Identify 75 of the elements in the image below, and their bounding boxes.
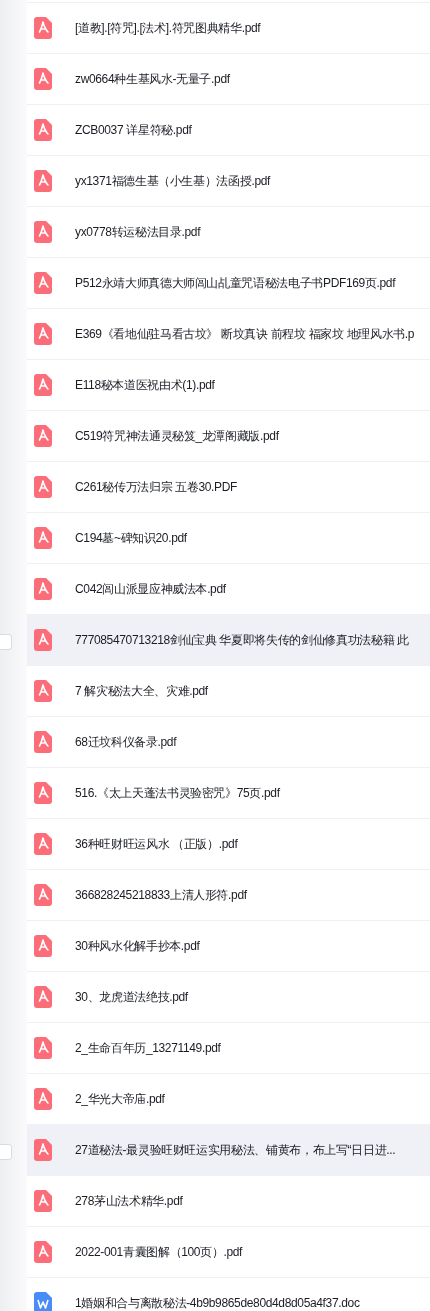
checkbox[interactable] <box>0 1144 12 1160</box>
file-name: ZCB0037 详星符秘.pdf <box>75 121 192 139</box>
file-name: E118秘本道医祝由术(1).pdf <box>75 376 215 394</box>
pdf-icon <box>34 17 52 39</box>
file-row[interactable]: 516.《太上天蓬法书灵验密咒》75页.pdf <box>27 767 430 818</box>
file-row[interactable]: 278茅山法术精华.pdf <box>27 1175 430 1226</box>
file-row[interactable]: P512永靖大师真德大师闾山乩童咒语秘法电子书PDF169页.pdf <box>27 257 430 308</box>
pdf-icon <box>34 323 52 345</box>
file-name: yx1371福德生基（小生基）法函授.pdf <box>75 172 270 190</box>
file-name: 777085470713218剑仙宝典 华夏即将失传的剑仙修真功法秘籍 此 <box>75 631 409 649</box>
file-row[interactable]: 68迁坟科仪备录.pdf <box>27 716 430 767</box>
pdf-icon <box>34 986 52 1008</box>
pdf-icon <box>34 221 52 243</box>
file-row[interactable]: yx0778转运秘法目录.pdf <box>27 206 430 257</box>
file-name: 2022-001青囊图解（100页）.pdf <box>75 1243 243 1261</box>
file-row[interactable]: zw0664种生基风水-无量子.pdf <box>27 53 430 104</box>
pdf-icon <box>34 731 52 753</box>
file-name: 68迁坟科仪备录.pdf <box>75 733 177 751</box>
file-name: 36种旺财旺运风水 （正版）.pdf <box>75 835 238 853</box>
pdf-icon <box>34 1190 52 1212</box>
file-name: yx0778转运秘法目录.pdf <box>75 223 201 241</box>
file-name: zw0664种生基风水-无量子.pdf <box>75 70 230 88</box>
pdf-icon <box>34 578 52 600</box>
pdf-icon <box>34 119 52 141</box>
file-row[interactable]: C194墓~碑知识20.pdf <box>27 512 430 563</box>
file-name: 30种风水化解手抄本.pdf <box>75 937 200 955</box>
pdf-icon <box>34 935 52 957</box>
file-name: C042闾山派显应神威法本.pdf <box>75 580 226 598</box>
file-row[interactable]: C519符咒神法通灵秘笈_龙潭阁藏版.pdf <box>27 410 430 461</box>
pdf-icon <box>34 1139 52 1161</box>
file-row[interactable]: 30种风水化解手抄本.pdf <box>27 920 430 971</box>
pdf-icon <box>34 170 52 192</box>
pdf-icon <box>34 425 52 447</box>
file-name: 7 解灾秘法大全、灾难.pdf <box>75 682 208 700</box>
file-row[interactable]: ZCB0037 详星符秘.pdf <box>27 104 430 155</box>
file-row[interactable]: 366828245218833上清人形符.pdf <box>27 869 430 920</box>
file-row[interactable]: 1婚姻和合与离散秘法-4b9b9865de80d4d8d05a4f37.doc <box>27 1277 430 1311</box>
file-row[interactable]: 2_生命百年历_13271149.pdf <box>27 1022 430 1073</box>
file-name: 2_生命百年历_13271149.pdf <box>75 1039 221 1057</box>
file-name: C519符咒神法通灵秘笈_龙潭阁藏版.pdf <box>75 427 279 445</box>
file-name: C261秘传万法归宗 五卷30.PDF <box>75 478 238 496</box>
file-name: C194墓~碑知识20.pdf <box>75 529 187 547</box>
file-name: 2_华光大帝庙.pdf <box>75 1090 165 1108</box>
pdf-icon <box>34 782 52 804</box>
pdf-icon <box>34 1088 52 1110</box>
pdf-icon <box>34 272 52 294</box>
file-name: [道教].[符咒].[法术].符咒图典精华.pdf <box>75 19 261 37</box>
pdf-icon <box>34 1037 52 1059</box>
file-name: 1婚姻和合与离散秘法-4b9b9865de80d4d8d05a4f37.doc <box>75 1294 360 1311</box>
file-name: 30、龙虎道法绝技.pdf <box>75 988 188 1006</box>
file-row[interactable]: 7 解灾秘法大全、灾难.pdf <box>27 665 430 716</box>
pdf-icon <box>34 833 52 855</box>
file-row[interactable]: 36种旺财旺运风水 （正版）.pdf <box>27 818 430 869</box>
pdf-icon <box>34 374 52 396</box>
pdf-icon <box>34 476 52 498</box>
pdf-icon <box>34 527 52 549</box>
pdf-icon <box>34 884 52 906</box>
pdf-icon <box>34 1241 52 1263</box>
file-row[interactable]: [道教].[符咒].[法术].符咒图典精华.pdf <box>27 2 430 53</box>
file-row[interactable]: E369《看地仙驻马看古坟》 断坟真诀 前程坟 福家坟 地理风水书.p <box>27 308 430 359</box>
file-row[interactable]: 30、龙虎道法绝技.pdf <box>27 971 430 1022</box>
file-name: E369《看地仙驻马看古坟》 断坟真诀 前程坟 福家坟 地理风水书.p <box>75 325 415 343</box>
pdf-icon <box>34 629 52 651</box>
pdf-icon <box>34 680 52 702</box>
checkbox[interactable] <box>0 634 12 650</box>
file-row[interactable]: E118秘本道医祝由术(1).pdf <box>27 359 430 410</box>
file-name: 27道秘法-最灵验旺财旺运实用秘法、铺黄布，布上写“日日进... <box>75 1141 396 1159</box>
pdf-icon <box>34 68 52 90</box>
file-name: 278茅山法术精华.pdf <box>75 1192 183 1210</box>
file-row[interactable]: C261秘传万法归宗 五卷30.PDF <box>27 461 430 512</box>
file-name: 366828245218833上清人形符.pdf <box>75 886 247 904</box>
file-name: P512永靖大师真德大师闾山乩童咒语秘法电子书PDF169页.pdf <box>75 274 396 292</box>
file-row[interactable]: yx1371福德生基（小生基）法函授.pdf <box>27 155 430 206</box>
file-name: 516.《太上天蓬法书灵验密咒》75页.pdf <box>75 784 280 802</box>
file-row[interactable]: 2022-001青囊图解（100页）.pdf <box>27 1226 430 1277</box>
